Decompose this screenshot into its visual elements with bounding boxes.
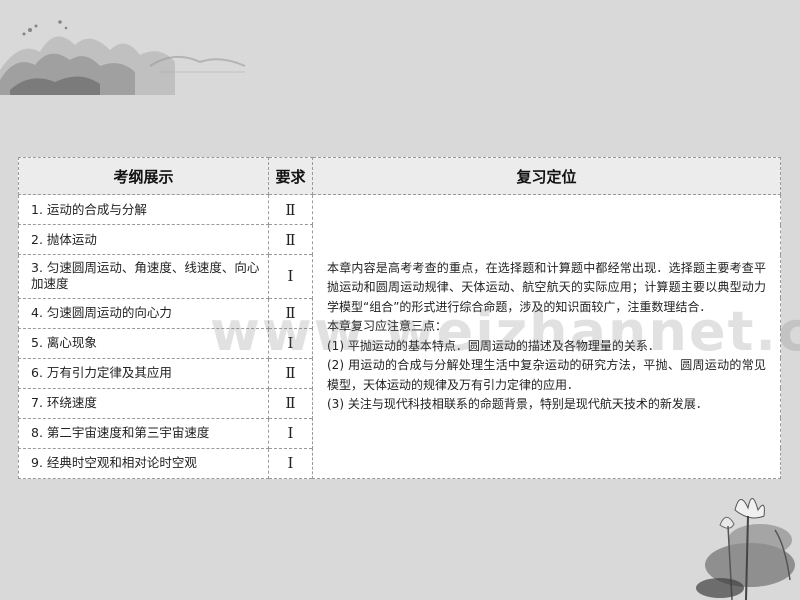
requirement-cell: Ⅱ	[268, 297, 313, 329]
topic-cell: 2. 抛体运动	[18, 224, 269, 256]
requirement-cell: Ⅱ	[268, 224, 313, 256]
requirement-cell: Ⅱ	[268, 193, 313, 226]
requirement-cell: Ⅰ	[268, 417, 313, 449]
ink-mountain-decoration	[0, 20, 246, 95]
requirement-cell: Ⅰ	[268, 254, 313, 299]
topic-cell: 5. 离心现象	[18, 327, 269, 359]
ink-lotus-decoration	[696, 498, 795, 600]
requirement-cell: Ⅰ	[268, 327, 313, 359]
topic-cell: 9. 经典时空观和相对论时空观	[18, 447, 269, 480]
review-paragraph: 本章内容是高考考查的重点，在选择题和计算题中都经常出现．选择题主要考查平抛运动和…	[327, 260, 766, 314]
table-header-row: 考纲展示 要求 复习定位	[18, 157, 781, 195]
review-paragraph: 本章复习应注意三点：	[327, 319, 448, 333]
requirement-cell: Ⅱ	[268, 387, 313, 419]
review-point: (1) 平抛运动的基本特点．圆周运动的描述及各物理量的关系．	[327, 338, 660, 353]
header-syllabus: 考纲展示	[18, 157, 269, 195]
topic-cell: 3. 匀速圆周运动、角速度、线速度、向心加速度	[18, 254, 269, 299]
header-review-positioning: 复习定位	[312, 157, 781, 195]
topic-cell: 6. 万有引力定律及其应用	[18, 357, 269, 389]
topic-cell: 7. 环绕速度	[18, 387, 269, 419]
topic-cell: 8. 第二宇宙速度和第三宇宙速度	[18, 417, 269, 449]
header-requirement: 要求	[268, 157, 313, 195]
review-point: (2) 用运动的合成与分解处理生活中复杂运动的研究方法，平抛、圆周运动的常见模型…	[327, 358, 766, 392]
requirement-cell: Ⅰ	[268, 447, 313, 480]
table-row: 1. 运动的合成与分解 Ⅱ 本章内容是高考考查的重点，在选择题和计算题中都经常出…	[18, 193, 781, 479]
syllabus-table: 考纲展示 要求 复习定位 1. 运动的合成与分解 Ⅱ 本章内容是高考考查的重点，…	[18, 157, 781, 480]
topic-cell: 4. 匀速圆周运动的向心力	[18, 297, 269, 329]
review-point: (3) 关注与现代科技相联系的命题背景，特别是现代航天技术的新发展．	[327, 397, 708, 411]
topic-cell: 1. 运动的合成与分解	[18, 193, 269, 226]
review-positioning-cell: 本章内容是高考考查的重点，在选择题和计算题中都经常出现．选择题主要考查平抛运动和…	[312, 194, 781, 479]
requirement-cell: Ⅱ	[268, 357, 313, 389]
